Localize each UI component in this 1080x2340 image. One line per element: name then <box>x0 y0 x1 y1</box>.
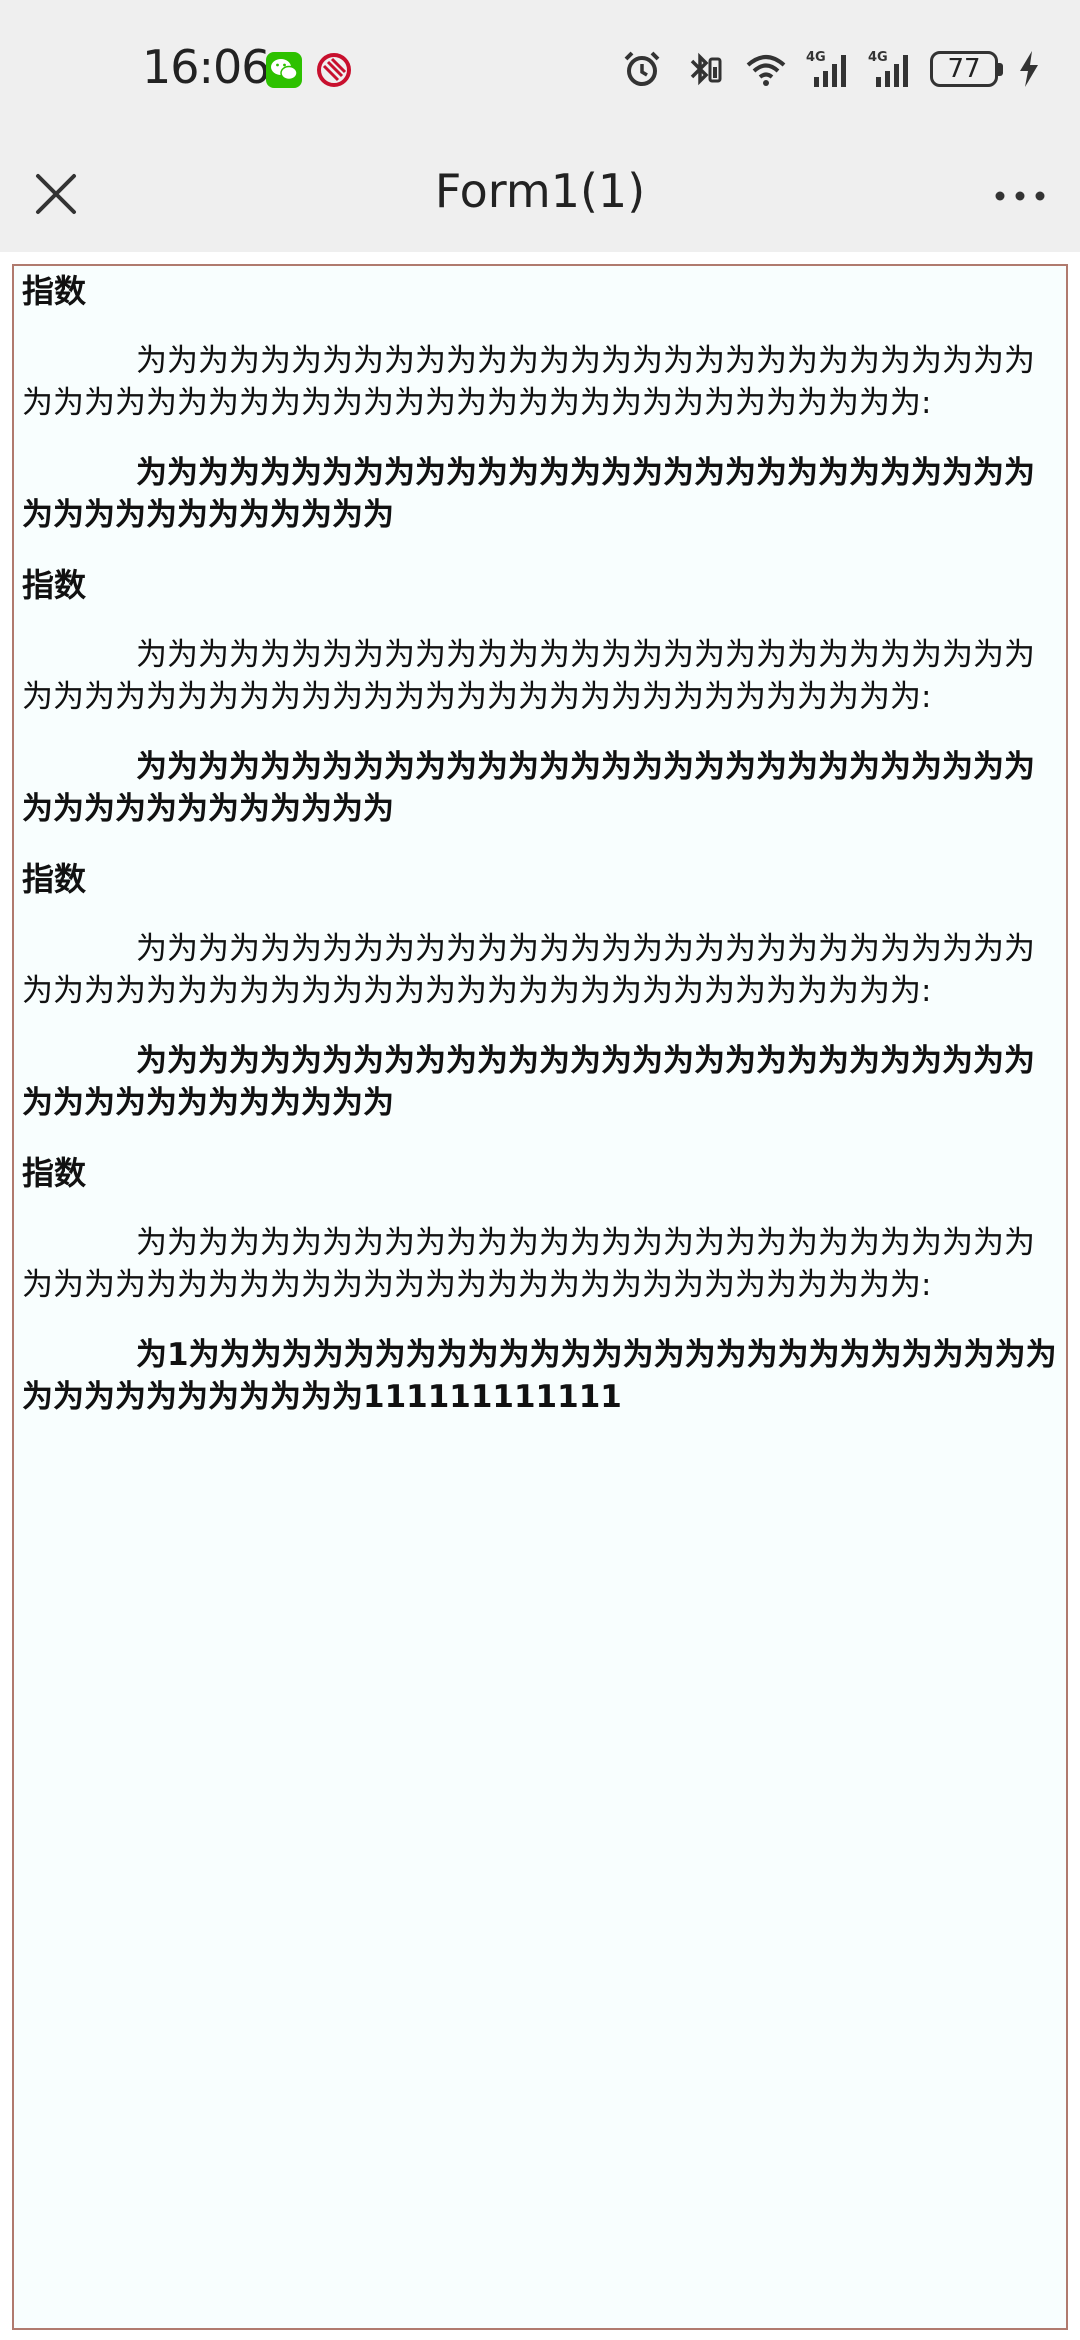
section-bold-text: 为1为为为为为为为为为为为为为为为为为为为为为为为为为为为为为为为为为为为为为为… <box>22 1337 1057 1415</box>
more-icon <box>995 191 1045 201</box>
section-body-text: 为为为为为为为为为为为为为为为为为为为为为为为为为为为为为为为为为为为为为为为为… <box>22 931 1035 1009</box>
form-section: 指数 为为为为为为为为为为为为为为为为为为为为为为为为为为为为为为为为为为为为为… <box>22 564 1058 830</box>
svg-text:4G: 4G <box>806 50 826 65</box>
form-section: 指数 为为为为为为为为为为为为为为为为为为为为为为为为为为为为为为为为为为为为为… <box>22 1152 1058 1418</box>
section-body-text: 为为为为为为为为为为为为为为为为为为为为为为为为为为为为为为为为为为为为为为为为… <box>22 1225 1035 1303</box>
form-section: 指数 为为为为为为为为为为为为为为为为为为为为为为为为为为为为为为为为为为为为为… <box>22 270 1058 536</box>
section-bold-text: 为为为为为为为为为为为为为为为为为为为为为为为为为为为为为为为为为为为为为为为为… <box>22 455 1035 533</box>
section-heading: 指数 <box>22 272 87 310</box>
wechat-icon <box>266 52 302 88</box>
page-title: Form1(1) <box>434 164 646 218</box>
alarm-icon <box>624 51 660 86</box>
signal-4g-icon: 4G <box>806 50 846 87</box>
more-button[interactable] <box>988 166 1052 226</box>
section-body-text: 为为为为为为为为为为为为为为为为为为为为为为为为为为为为为为为为为为为为为为为为… <box>22 637 1035 715</box>
content-area: 指数 为为为为为为为为为为为为为为为为为为为为为为为为为为为为为为为为为为为为为… <box>0 252 1080 2340</box>
section-bold-text: 为为为为为为为为为为为为为为为为为为为为为为为为为为为为为为为为为为为为为为为为… <box>22 1043 1035 1121</box>
section-heading: 指数 <box>22 860 87 898</box>
charging-icon <box>1020 51 1038 87</box>
section-bold-text: 为为为为为为为为为为为为为为为为为为为为为为为为为为为为为为为为为为为为为为为为… <box>22 749 1035 827</box>
wifi-icon <box>746 55 786 86</box>
form-document[interactable]: 指数 为为为为为为为为为为为为为为为为为为为为为为为为为为为为为为为为为为为为为… <box>12 264 1068 2330</box>
section-heading: 指数 <box>22 1154 87 1192</box>
battery-icon: 77 <box>930 51 1003 87</box>
status-time: 16:06 <box>142 40 271 94</box>
signal-4g-icon: 4G <box>868 50 908 87</box>
form-section: 指数 为为为为为为为为为为为为为为为为为为为为为为为为为为为为为为为为为为为为为… <box>22 858 1058 1124</box>
navigation-bar: Form1(1) <box>0 140 1080 252</box>
svg-text:4G: 4G <box>868 50 888 65</box>
battery-level: 77 <box>947 54 981 84</box>
status-icons: 4G 4G 77 <box>620 44 1042 94</box>
app-notification-icon <box>317 53 351 87</box>
bluetooth-icon <box>690 52 722 86</box>
section-body-text: 为为为为为为为为为为为为为为为为为为为为为为为为为为为为为为为为为为为为为为为为… <box>22 343 1035 421</box>
status-bar: 16:06 4G 4G 77 <box>0 0 1080 140</box>
section-heading: 指数 <box>22 566 87 604</box>
